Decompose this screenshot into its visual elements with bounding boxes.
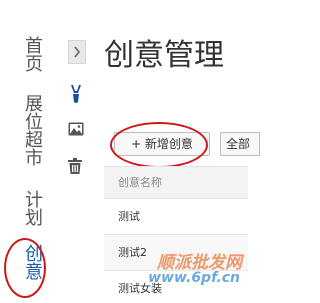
trash-icon[interactable] bbox=[68, 158, 82, 174]
annotation-circle-add-button bbox=[110, 122, 208, 168]
nav-item-plan[interactable]: 计划 bbox=[14, 190, 44, 226]
brush-icon[interactable] bbox=[68, 84, 84, 104]
page-title: 创意管理 bbox=[104, 38, 224, 73]
image-icon[interactable] bbox=[68, 122, 84, 136]
table-row[interactable]: 测试 bbox=[104, 198, 248, 234]
collapse-button[interactable] bbox=[68, 40, 86, 64]
table-row[interactable]: 测试2 bbox=[104, 234, 248, 270]
all-filter-button[interactable]: 全部 bbox=[220, 132, 260, 156]
table-row[interactable]: 测试女装 bbox=[104, 270, 248, 303]
nav-item-home[interactable]: 首页 bbox=[14, 36, 44, 72]
annotation-circle-nav bbox=[4, 238, 46, 298]
column-header-name[interactable]: 创意名称 bbox=[104, 166, 248, 198]
creative-table: 创意名称 测试 测试2 测试女装 bbox=[104, 166, 248, 303]
chevron-right-icon bbox=[74, 46, 81, 58]
sidebar-nav: 首页 展位超市 计划 创意 bbox=[0, 0, 56, 303]
sub-toolbar bbox=[60, 36, 92, 296]
nav-item-exhibit-market[interactable]: 展位超市 bbox=[14, 94, 44, 166]
